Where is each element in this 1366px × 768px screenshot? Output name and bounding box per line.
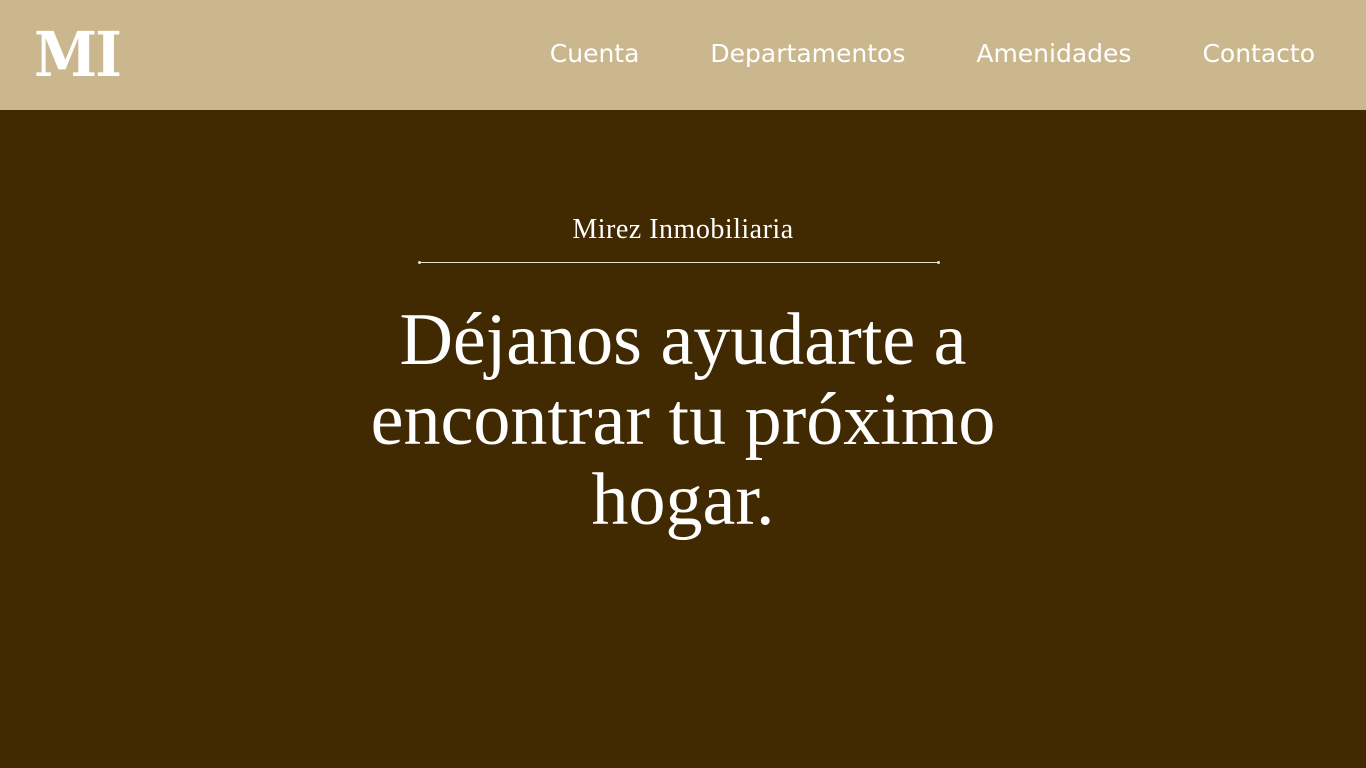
nav-link-amenidades[interactable]: Amenidades: [976, 36, 1131, 72]
site-header: MI Cuenta Departamentos Amenidades Conta…: [0, 0, 1366, 110]
divider: [418, 261, 940, 264]
nav-link-departamentos[interactable]: Departamentos: [710, 36, 905, 72]
nav-link-cuenta[interactable]: Cuenta: [550, 36, 640, 72]
main-nav: Cuenta Departamentos Amenidades Contacto: [550, 36, 1315, 72]
nav-link-contacto[interactable]: Contacto: [1202, 36, 1315, 72]
hero-headline: Déjanos ayudarte a encontrar tu próximo …: [370, 299, 996, 541]
logo[interactable]: MI: [34, 22, 122, 88]
brand-name: Mirez Inmobiliaria: [572, 214, 794, 245]
